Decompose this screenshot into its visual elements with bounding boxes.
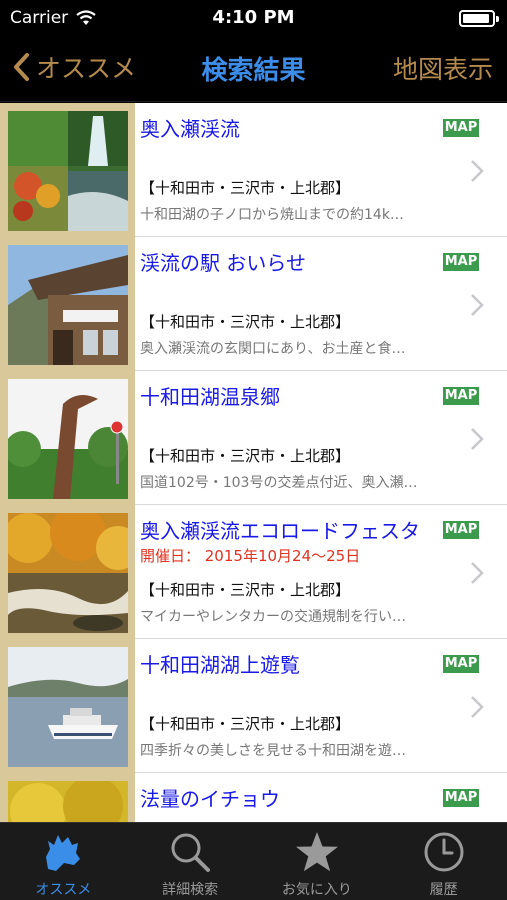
item-area: 【十和田市・三沢市・上北郡】 — [140, 715, 351, 733]
navigation-bar: オススメ 検索結果 地図表示 — [0, 36, 507, 102]
tab-detailed-search[interactable]: 詳細検索 — [127, 823, 254, 900]
tab-label: 履歴 — [429, 882, 458, 898]
item-area: 【十和田市・三沢市・上北郡】 — [140, 313, 351, 331]
thumbnail-station — [8, 245, 128, 365]
map-badge[interactable]: MAP — [443, 521, 479, 539]
list-item[interactable]: 十和田湖湖上遊覧 【十和田市・三沢市・上北郡】 四季折々の美しさを見せる十和田湖… — [0, 639, 507, 773]
item-description: マイカーやレンタカーの交通規制を行い… — [140, 609, 406, 625]
thumbnail-autumn-stream — [8, 513, 128, 633]
item-title: 奥入瀬渓流エコロードフェスタ — [140, 519, 420, 543]
chevron-right-icon — [471, 428, 484, 450]
item-title: 十和田湖湖上遊覧 — [140, 653, 300, 677]
star-icon — [295, 832, 338, 872]
thumbnail-frame — [0, 505, 135, 639]
map-badge[interactable]: MAP — [443, 387, 479, 405]
chevron-right-icon — [471, 160, 484, 182]
item-description: 奥入瀬渓流の玄関口にあり、お土産と食… — [140, 341, 406, 357]
tab-label: 詳細検索 — [162, 882, 219, 898]
tab-history[interactable]: 履歴 — [380, 823, 507, 900]
thumbnail-boat — [8, 647, 128, 767]
thumbnail-ginkgo — [8, 781, 128, 822]
list-item[interactable]: 法量のイチョウ MAP — [0, 773, 507, 822]
thumbnail-frame — [0, 639, 135, 773]
list-item[interactable]: 奥入瀬渓流エコロードフェスタ 開催日： 2015年10月24〜25日 【十和田市… — [0, 505, 507, 639]
map-badge[interactable]: MAP — [443, 253, 479, 271]
thumbnail-monument — [8, 379, 128, 499]
item-description: 十和田湖の子ノ口から焼山までの約14k… — [140, 207, 404, 223]
item-description: 国道102号・103号の交差点付近、奥入瀬… — [140, 475, 418, 491]
chevron-right-icon — [471, 562, 484, 584]
item-description: 四季折々の美しさを見せる十和田湖を遊… — [140, 743, 406, 759]
item-area: 【十和田市・三沢市・上北郡】 — [140, 581, 351, 599]
item-area: 【十和田市・三沢市・上北郡】 — [140, 179, 351, 197]
chevron-right-icon — [471, 294, 484, 316]
map-badge[interactable]: MAP — [443, 655, 479, 673]
thumbnail-frame — [0, 773, 135, 822]
thumbnail-waterfall — [8, 111, 128, 231]
clock-icon — [424, 832, 464, 872]
map-badge[interactable]: MAP — [443, 119, 479, 137]
tab-label: お気に入り — [281, 882, 352, 898]
item-title: 奥入瀬渓流 — [140, 117, 240, 141]
thumbnail-frame — [0, 103, 135, 237]
item-area: 【十和田市・三沢市・上北郡】 — [140, 447, 351, 465]
map-badge[interactable]: MAP — [443, 789, 479, 807]
item-title: 法量のイチョウ — [140, 787, 280, 811]
thumbnail-frame — [0, 237, 135, 371]
results-list[interactable]: 奥入瀬渓流 【十和田市・三沢市・上北郡】 十和田湖の子ノ口から焼山までの約14k… — [0, 103, 507, 822]
tab-favorites[interactable]: お気に入り — [254, 823, 381, 900]
map-view-button[interactable]: 地図表示 — [393, 50, 493, 86]
list-item[interactable]: 十和田湖温泉郷 【十和田市・三沢市・上北郡】 国道102号・103号の交差点付近… — [0, 371, 507, 505]
tab-recommended[interactable]: オススメ — [0, 823, 127, 900]
thumbnail-frame — [0, 371, 135, 505]
chevron-right-icon — [471, 696, 484, 718]
battery-icon — [459, 10, 499, 27]
chevron-left-icon — [14, 53, 29, 81]
list-item[interactable]: 渓流の駅 おいらせ 【十和田市・三沢市・上北郡】 奥入瀬渓流の玄関口にあり、お土… — [0, 237, 507, 371]
status-time: 4:10 PM — [212, 7, 295, 28]
back-button[interactable]: オススメ — [12, 49, 136, 85]
region-map-icon — [46, 835, 81, 871]
back-button-label: オススメ — [36, 54, 137, 83]
list-item[interactable]: 奥入瀬渓流 【十和田市・三沢市・上北郡】 十和田湖の子ノ口から焼山までの約14k… — [0, 103, 507, 237]
item-title: 渓流の駅 おいらせ — [140, 251, 306, 275]
tab-bar: オススメ 詳細検索 お気に入り 履歴 — [0, 822, 507, 900]
status-bar: Carrier 4:10 PM — [0, 0, 507, 36]
item-title: 十和田湖温泉郷 — [140, 385, 280, 409]
search-icon — [171, 833, 211, 872]
item-date: 開催日： 2015年10月24〜25日 — [140, 547, 361, 565]
tab-label: オススメ — [35, 882, 92, 898]
